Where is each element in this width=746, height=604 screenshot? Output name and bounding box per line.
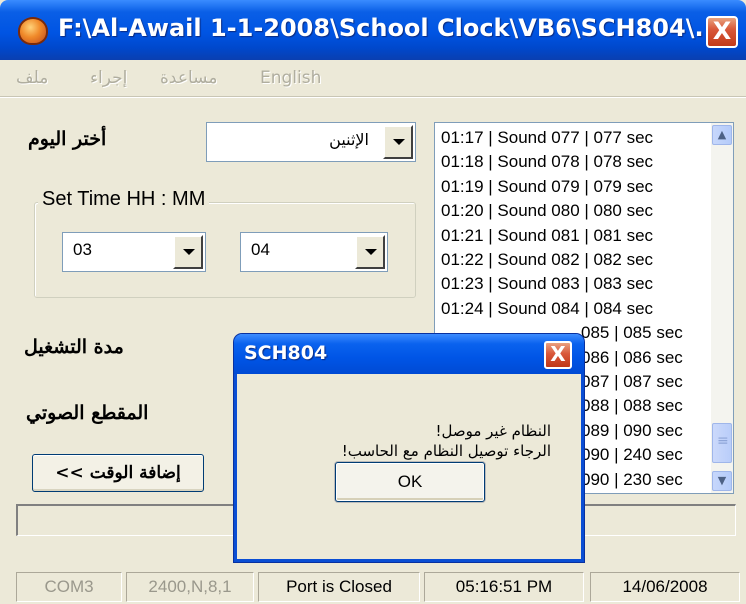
chevron-down-icon[interactable]	[173, 235, 203, 269]
scroll-down-icon[interactable]: ▼	[712, 471, 732, 491]
set-time-label: Set Time HH : MM	[38, 188, 210, 211]
title-bar: F:\Al-Awail 1-1-2008\School Clock\VB6\SC…	[0, 0, 746, 60]
list-item[interactable]: 01:19 | Sound 079 | 079 sec	[441, 176, 653, 198]
sound-label: المقطع الصوتي	[26, 402, 149, 424]
vertical-scrollbar[interactable]: ▲ ▼	[711, 123, 733, 493]
message-dialog: SCH804 X !النظام غير موصل !الرجاء توصيل …	[234, 334, 584, 562]
menu-bar: ملف إجراء مساعدة English	[0, 60, 746, 96]
window-title: F:\Al-Awail 1-1-2008\School Clock\VB6\SC…	[58, 14, 722, 42]
list-item[interactable]: 088 | 088 sec	[581, 395, 683, 417]
list-item[interactable]: 085 | 085 sec	[581, 322, 683, 344]
dialog-close-button[interactable]: X	[544, 341, 572, 369]
day-label: أختر اليوم	[28, 128, 107, 150]
dialog-message-line2: !الرجاء توصيل النظام مع الحاسب	[341, 442, 551, 460]
minute-select[interactable]: 04	[240, 232, 388, 272]
day-select[interactable]: الإثنين	[206, 122, 416, 162]
hour-select[interactable]: 03	[62, 232, 206, 272]
menu-divider	[0, 96, 746, 98]
list-item[interactable]: 01:21 | Sound 081 | 081 sec	[441, 225, 653, 247]
status-port: COM3	[16, 572, 122, 602]
list-item[interactable]: 01:22 | Sound 082 | 082 sec	[441, 249, 653, 271]
dialog-title-bar: SCH804 X	[234, 334, 584, 374]
chevron-down-icon[interactable]	[383, 125, 413, 159]
minute-select-value: 04	[251, 240, 270, 259]
list-item[interactable]: 089 | 090 sec	[581, 420, 683, 442]
list-item[interactable]: 01:20 | Sound 080 | 080 sec	[441, 200, 653, 222]
list-item[interactable]: 090 | 240 sec	[581, 444, 683, 466]
add-time-button[interactable]: << إضافة الوقت	[32, 454, 204, 492]
menu-file[interactable]: ملف	[16, 68, 48, 88]
close-button[interactable]: X	[706, 16, 738, 48]
list-item[interactable]: 01:18 | Sound 078 | 078 sec	[441, 151, 653, 173]
status-settings: 2400,N,8,1	[126, 572, 254, 602]
status-time: 05:16:51 PM	[424, 572, 584, 602]
chevron-down-icon[interactable]	[355, 235, 385, 269]
app-icon[interactable]	[18, 17, 48, 45]
status-date: 14/06/2008	[590, 572, 740, 602]
hour-select-value: 03	[73, 240, 92, 259]
list-item[interactable]: 086 | 086 sec	[581, 347, 683, 369]
day-select-value: الإثنين	[329, 130, 369, 149]
list-item[interactable]: 087 | 087 sec	[581, 371, 683, 393]
menu-help[interactable]: مساعدة	[160, 68, 217, 88]
scroll-thumb[interactable]	[712, 423, 732, 463]
menu-english[interactable]: English	[260, 68, 321, 88]
dialog-message-line1: !النظام غير موصل	[435, 422, 551, 440]
scroll-up-icon[interactable]: ▲	[712, 125, 732, 145]
status-bar: COM3 2400,N,8,1 Port is Closed 05:16:51 …	[0, 566, 746, 604]
list-item[interactable]: 01:24 | Sound 084 | 084 sec	[441, 298, 653, 320]
status-port-state: Port is Closed	[258, 572, 420, 602]
list-item[interactable]: 01:23 | Sound 083 | 083 sec	[441, 273, 653, 295]
duration-label: مدة التشغيل	[24, 336, 124, 358]
ok-button[interactable]: OK	[335, 462, 485, 502]
list-item[interactable]: 01:17 | Sound 077 | 077 sec	[441, 127, 653, 149]
dialog-title: SCH804	[244, 342, 328, 364]
list-item[interactable]: 090 | 230 sec	[581, 469, 683, 491]
menu-action[interactable]: إجراء	[90, 68, 127, 88]
